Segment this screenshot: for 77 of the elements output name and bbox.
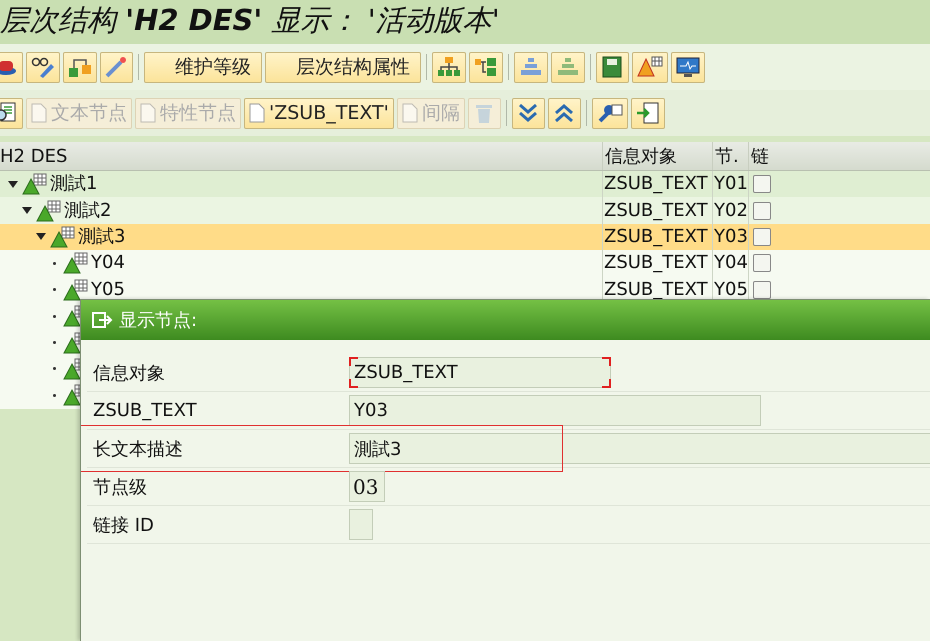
node-label[interactable]: 測試2 [64, 202, 112, 220]
triangle-grid-icon [22, 173, 48, 196]
field-label: 信息对象 [92, 362, 166, 384]
input-field[interactable]: ZSUB_TEXT [349, 357, 611, 388]
window-title: 层次结构 'H2 DES' 显示： '活动版本' [0, 2, 500, 39]
toolbar-button[interactable] [432, 52, 466, 82]
triangle-grid-icon [63, 252, 89, 274]
input-field[interactable]: 測試3 [349, 433, 930, 464]
tree-structure-icon [474, 56, 498, 78]
triangle-grid-icon [36, 200, 62, 222]
field-label: ZSUB_TEXT [92, 400, 198, 421]
double-chevron-up-icon [552, 102, 575, 124]
table-cell: ZSUB_TEXT [604, 202, 708, 220]
table-cell: ZSUB_TEXT [604, 280, 708, 299]
org-chart-icon [437, 56, 461, 78]
toolbar-button[interactable]: 'ZSUB_TEXT' [244, 98, 394, 128]
pyramid-icon [556, 56, 580, 78]
node-label[interactable]: 測試3 [78, 228, 126, 246]
toolbar-button[interactable]: 维护等级 [144, 52, 262, 82]
field-label: 链接 ID [92, 514, 155, 536]
table-cell: Y01 [714, 175, 748, 194]
dialog-title: 显示节点: [119, 309, 198, 332]
document-icon [402, 103, 418, 123]
input-field[interactable]: 03 [349, 471, 385, 502]
table-cell: Y04 [714, 254, 748, 272]
field-label: 节点级 [92, 476, 148, 498]
document-icon [249, 103, 265, 123]
table-cell: ZSUB_TEXT [604, 228, 708, 246]
double-chevron-down-icon [516, 102, 539, 124]
pyramid-icon [519, 56, 543, 78]
input-field[interactable]: Y03 [349, 395, 761, 426]
monitor-icon [676, 56, 700, 78]
glasses-pencil-icon [31, 56, 55, 78]
checkbox[interactable] [753, 280, 771, 299]
display-icon [91, 310, 113, 330]
table-cell: Y02 [714, 202, 748, 220]
table-cell: Y03 [714, 228, 748, 246]
triangle-grid-icon [63, 278, 89, 301]
column-header[interactable]: 链 [748, 142, 778, 170]
toolbar-button[interactable] [632, 52, 668, 82]
field-label: 长文本描述 [92, 438, 184, 460]
bullet-icon[interactable] [53, 367, 56, 370]
toolbar-button[interactable] [592, 98, 628, 128]
table-cell: ZSUB_TEXT [604, 254, 708, 272]
table-cell: Y05 [714, 280, 748, 299]
toolbar-button[interactable] [630, 98, 665, 128]
toolbar-button[interactable] [63, 52, 97, 82]
node-label[interactable]: Y05 [91, 280, 125, 299]
node-label[interactable]: 測試1 [50, 175, 98, 194]
bullet-icon[interactable] [53, 314, 56, 318]
document-icon [140, 103, 156, 123]
bullet-icon[interactable] [53, 262, 56, 265]
toolbar-button[interactable] [26, 52, 60, 82]
toolbar-button[interactable]: 层次结构属性 [265, 52, 421, 82]
table-cell: ZSUB_TEXT [604, 175, 708, 194]
checkbox[interactable] [753, 202, 771, 220]
document-icon [31, 103, 47, 123]
input-field[interactable] [349, 509, 373, 540]
column-header[interactable]: 节. [712, 142, 748, 170]
warning-grid-icon [637, 56, 663, 78]
column-header[interactable]: H2 DES [0, 142, 602, 170]
checkbox[interactable] [753, 228, 771, 246]
checkbox[interactable] [753, 254, 771, 272]
bullet-icon[interactable] [53, 341, 56, 344]
bullet-icon[interactable] [53, 394, 56, 397]
checkbox[interactable] [753, 175, 771, 194]
triangle-grid-icon [50, 226, 76, 248]
wand-icon [105, 56, 127, 78]
document-search-icon [0, 102, 17, 124]
node-label[interactable]: Y04 [91, 254, 125, 272]
column-header[interactable]: 信息对象 [602, 142, 712, 170]
floppy-icon [601, 56, 623, 78]
wrench-icon [596, 102, 623, 124]
toolbar-button[interactable] [671, 52, 705, 82]
toolbar-button[interactable] [596, 52, 629, 82]
exit-icon [636, 102, 660, 124]
bullet-icon[interactable] [53, 288, 56, 292]
